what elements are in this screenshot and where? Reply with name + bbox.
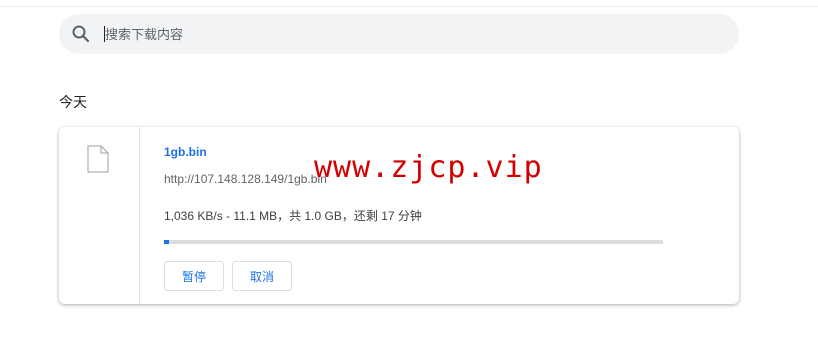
pause-button[interactable]: 暂停: [164, 261, 224, 291]
progress-bar: [164, 240, 663, 244]
download-status: 1,036 KB/s - 11.1 MB，共 1.0 GB，还剩 17 分钟: [164, 209, 422, 223]
watermark-text: www.zjcp.vip: [314, 150, 543, 185]
card-divider: [139, 127, 140, 304]
file-name-link[interactable]: 1gb.bin: [164, 145, 207, 159]
search-input[interactable]: [105, 20, 705, 48]
top-divider: [0, 6, 818, 7]
search-icon: [71, 24, 91, 44]
date-section-title: 今天: [59, 94, 87, 110]
progress-bar-fill: [164, 240, 169, 244]
file-source-url[interactable]: http://107.148.128.149/1gb.bin: [164, 172, 327, 186]
search-bar[interactable]: [59, 14, 739, 54]
cancel-button[interactable]: 取消: [232, 261, 292, 291]
file-icon: [87, 145, 109, 173]
